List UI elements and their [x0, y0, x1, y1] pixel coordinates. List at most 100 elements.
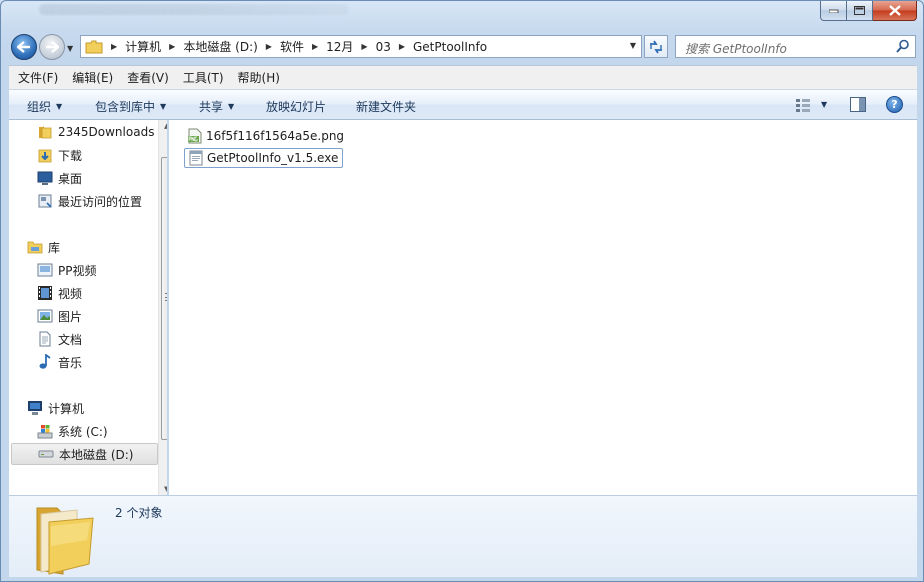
menu-help[interactable]: 帮助(H): [233, 69, 285, 86]
preview-pane-icon[interactable]: [850, 97, 866, 112]
back-button[interactable]: [11, 34, 37, 60]
exe-file-icon: [188, 150, 204, 166]
video-icon: [37, 285, 53, 301]
nav-item-recent-places[interactable]: 最近访问的位置: [37, 190, 142, 212]
search-icon[interactable]: [896, 39, 910, 53]
breadcrumb-03[interactable]: 03: [376, 40, 391, 54]
folder-icon: [36, 507, 94, 575]
close-icon: [888, 5, 901, 16]
item-count: 2 个对象: [115, 506, 163, 520]
organize-label: 组织: [27, 100, 52, 114]
recent-pages-dropdown[interactable]: ▼: [67, 44, 73, 53]
system-drive-icon: [37, 423, 53, 439]
scroll-up-icon[interactable]: ▲: [164, 122, 167, 130]
breadcrumb-separator-icon[interactable]: ▶: [399, 42, 405, 51]
forward-button[interactable]: [39, 34, 65, 60]
breadcrumb-separator-icon[interactable]: ▶: [266, 42, 272, 51]
title-bar: [1, 1, 923, 25]
desktop-icon: [37, 170, 53, 186]
nav-item-music[interactable]: 音乐: [37, 351, 82, 373]
include-in-library-label: 包含到库中: [95, 100, 156, 114]
file-list[interactable]: 16f5f116f1564a5e.png GetPtoolInfo_v1.5.e…: [169, 120, 917, 495]
grip-icon: [165, 293, 167, 301]
maximize-button[interactable]: [847, 1, 873, 21]
organize-button[interactable]: 组织 ▼: [27, 98, 62, 115]
refresh-icon: [650, 40, 662, 53]
change-view-icon[interactable]: [795, 98, 811, 112]
breadcrumb-drive-d[interactable]: 本地磁盘 (D:): [183, 38, 257, 55]
nav-item-label: 计算机: [48, 401, 85, 416]
menu-edit[interactable]: 编辑(E): [67, 69, 118, 86]
address-bar[interactable]: ▶ 计算机 ▶ 本地磁盘 (D:) ▶ 软件 ▶ 12月 ▶ 03 ▶ GetP…: [80, 35, 642, 58]
breadcrumb-separator-icon[interactable]: ▶: [111, 42, 117, 51]
nav-item-label: 2345Downloads: [58, 125, 155, 139]
breadcrumb-getptoolinfo[interactable]: GetPtoolInfo: [413, 40, 487, 54]
minimize-icon: [828, 9, 838, 13]
nav-item-pp-video[interactable]: PP视频: [37, 259, 96, 281]
help-icon[interactable]: ?: [886, 96, 903, 113]
refresh-button[interactable]: [644, 35, 668, 58]
pp-video-icon: [37, 262, 53, 278]
recent-places-icon: [37, 193, 53, 209]
music-icon: [37, 354, 53, 370]
minimize-button[interactable]: [820, 1, 847, 21]
file-name: GetPtoolInfo_v1.5.exe: [207, 151, 339, 165]
file-item-exe[interactable]: GetPtoolInfo_v1.5.exe: [184, 148, 344, 168]
folder-icon: [85, 40, 103, 53]
maximize-icon: [854, 6, 865, 15]
nav-item-desktop[interactable]: 桌面: [37, 167, 82, 189]
menu-tools[interactable]: 工具(T): [178, 69, 229, 86]
nav-item-computer[interactable]: 计算机: [27, 397, 84, 419]
nav-item-label: 库: [48, 240, 61, 255]
scroll-down-icon[interactable]: ▼: [164, 485, 167, 493]
share-button[interactable]: 共享 ▼: [199, 98, 234, 115]
nav-item-downloads[interactable]: 下载: [37, 144, 82, 166]
slideshow-button[interactable]: 放映幻灯片: [266, 98, 326, 115]
navigation-pane: 2345Downloads 下载 桌面 最近访问的位置 库 PP视频 视频 图片…: [9, 120, 167, 495]
pictures-icon: [37, 308, 53, 324]
nav-item-libraries[interactable]: 库: [27, 236, 60, 258]
nav-item-label: 图片: [58, 309, 83, 324]
details-pane: 2 个对象: [9, 495, 917, 577]
view-options-dropdown[interactable]: ▼: [821, 100, 827, 109]
menu-view[interactable]: 查看(V): [122, 69, 174, 86]
scrollbar-thumb[interactable]: [161, 157, 167, 440]
nav-item-label: 下载: [58, 148, 83, 163]
png-file-icon: [187, 128, 203, 144]
nav-item-local-disk-d[interactable]: 本地磁盘 (D:): [11, 443, 158, 465]
address-history-dropdown[interactable]: ▼: [630, 41, 636, 50]
caption-buttons: [820, 1, 917, 21]
window-title-blurred: [39, 4, 349, 15]
breadcrumb-separator-icon[interactable]: ▶: [169, 42, 175, 51]
navigation-row: ▼ ▶ 计算机 ▶ 本地磁盘 (D:) ▶ 软件 ▶ 12月 ▶ 03 ▶ Ge…: [1, 31, 923, 63]
arrow-left-icon: [17, 41, 30, 53]
nav-item-label: 视频: [58, 286, 83, 301]
nav-item-videos[interactable]: 视频: [37, 282, 82, 304]
share-label: 共享: [199, 100, 224, 114]
downloads-icon: [37, 147, 53, 163]
chevron-down-icon: ▼: [228, 102, 235, 111]
drive-icon: [38, 446, 54, 462]
nav-scrollbar[interactable]: ▲ ▼: [158, 120, 167, 495]
new-folder-button[interactable]: 新建文件夹: [356, 98, 416, 115]
nav-item-pictures[interactable]: 图片: [37, 305, 82, 327]
nav-item-documents[interactable]: 文档: [37, 328, 82, 350]
include-in-library-button[interactable]: 包含到库中 ▼: [95, 98, 166, 115]
close-button[interactable]: [873, 1, 917, 21]
breadcrumb-separator-icon[interactable]: ▶: [312, 42, 318, 51]
nav-item-label: 文档: [58, 332, 83, 347]
nav-item-2345downloads[interactable]: 2345Downloads: [37, 121, 154, 143]
breadcrumb-computer[interactable]: 计算机: [125, 38, 161, 55]
folder-icon: [37, 124, 53, 140]
chevron-down-icon: ▼: [160, 102, 167, 111]
nav-item-label: PP视频: [58, 263, 97, 278]
breadcrumb-separator-icon[interactable]: ▶: [361, 42, 367, 51]
breadcrumb-december[interactable]: 12月: [326, 38, 353, 55]
breadcrumb-software[interactable]: 软件: [280, 38, 304, 55]
search-placeholder: 搜索 GetPtoolInfo: [685, 42, 787, 56]
nav-item-system-c[interactable]: 系统 (C:): [37, 420, 108, 442]
menu-file[interactable]: 文件(F): [13, 69, 63, 86]
search-input[interactable]: 搜索 GetPtoolInfo: [675, 35, 916, 58]
file-item-png[interactable]: 16f5f116f1564a5e.png: [184, 126, 348, 146]
nav-item-label: 本地磁盘 (D:): [59, 447, 134, 462]
